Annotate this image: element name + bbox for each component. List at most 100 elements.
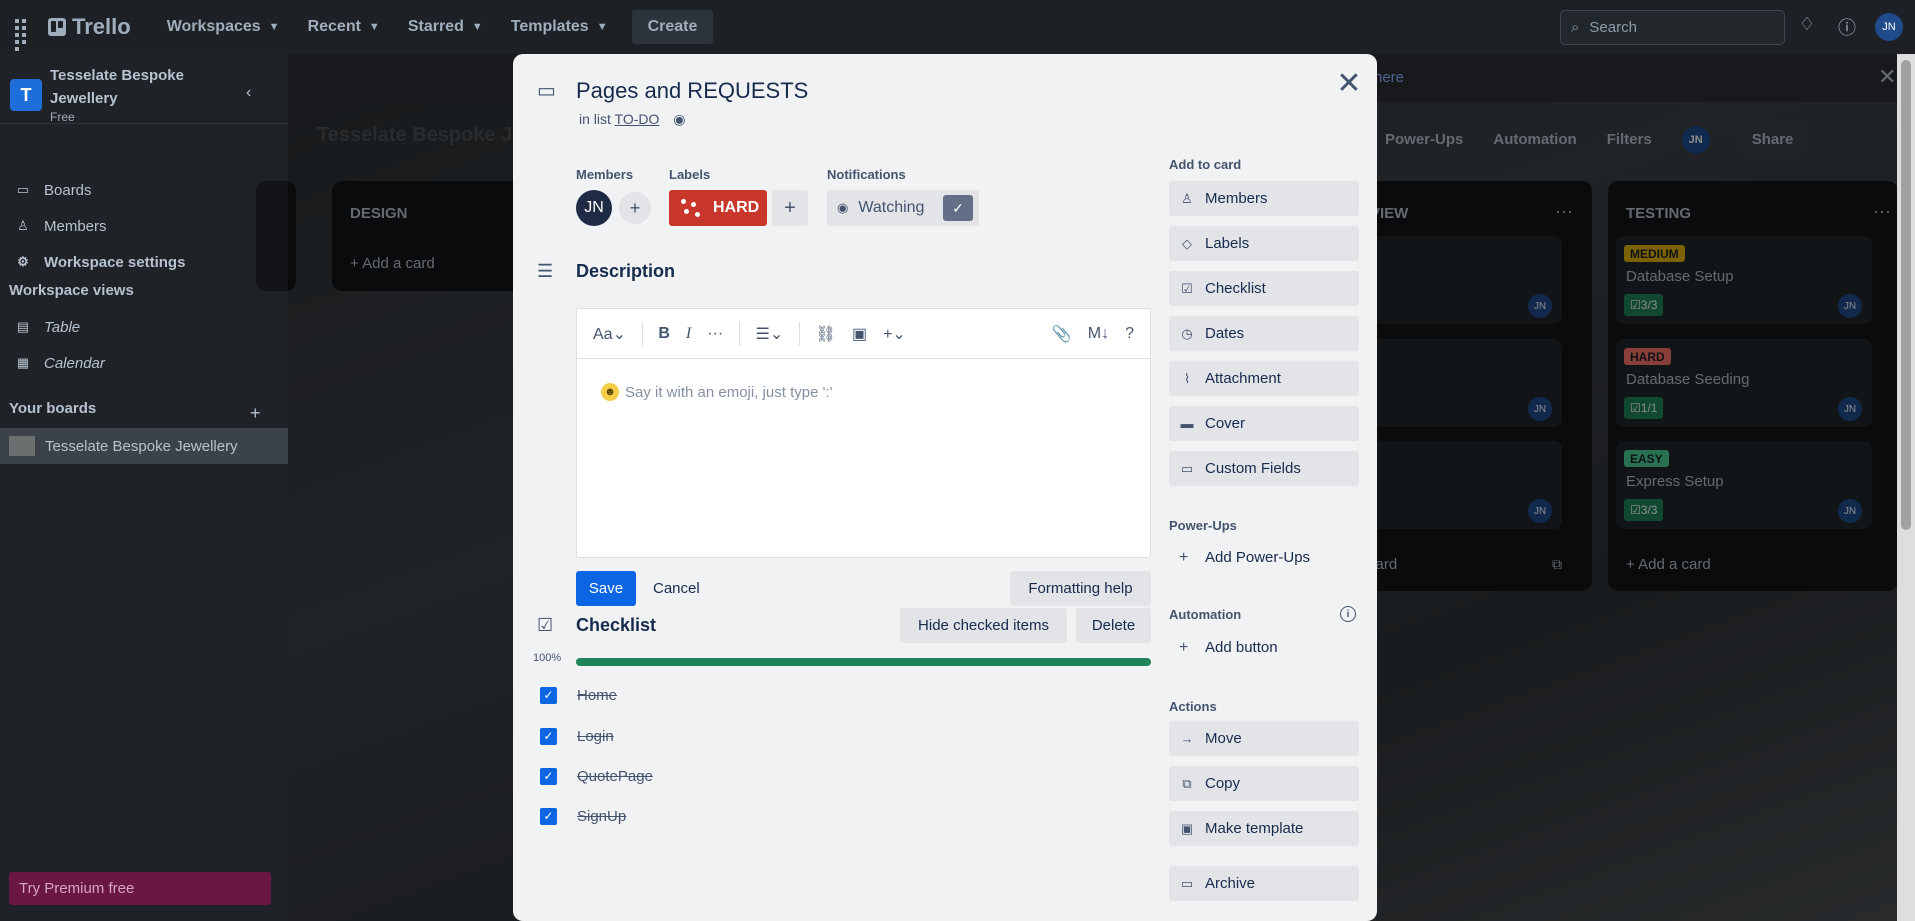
cancel-button[interactable]: Cancel [653, 571, 700, 606]
page-scrollbar[interactable] [1897, 54, 1915, 921]
add-cover-button[interactable]: ▬ Cover [1169, 406, 1359, 441]
add-board-icon[interactable]: + [250, 395, 280, 431]
menu-templates[interactable]: Templates ▼ [497, 18, 622, 36]
plus-icon: + [1179, 548, 1189, 566]
search-icon: ⌕ [1571, 19, 1580, 36]
add-checklist-button[interactable]: ☑ Checklist [1169, 271, 1359, 306]
bold-icon[interactable]: B [658, 325, 670, 343]
image-icon[interactable]: ▣ [852, 324, 867, 344]
trello-logo-text: Trello [72, 14, 131, 39]
add-button-button[interactable]: + Add button [1169, 630, 1359, 665]
help-icon[interactable]: ⓘ [1835, 14, 1859, 38]
add-members-button[interactable]: ♙ Members [1169, 181, 1359, 216]
archive-button[interactable]: ▭ Archive [1169, 866, 1359, 901]
insert-icon[interactable]: +⌄ [883, 324, 906, 344]
create-button[interactable]: Create [631, 10, 714, 44]
button-label: Labels [1205, 235, 1250, 252]
link-icon[interactable]: ⛓ [816, 324, 836, 344]
add-labels-button[interactable]: ◇ Labels [1169, 226, 1359, 261]
close-icon[interactable]: ✕ [1331, 66, 1367, 101]
sidebar-item-table[interactable]: ▤ Table [0, 309, 288, 345]
board-thumbnail [9, 436, 35, 456]
eye-icon: ◉ [837, 200, 849, 215]
checkbox-checked[interactable]: ✓ [540, 807, 557, 825]
chevron-down-icon: ▼ [368, 21, 380, 33]
scrollbar-thumb[interactable] [1901, 60, 1911, 530]
description-editor[interactable]: Aa⌄ B I ··· ☰⌄ ⛓ ▣ +⌄ 📎 M↓ ? ☻ Say it wit… [576, 308, 1151, 558]
formatting-help-button[interactable]: Formatting help [1010, 571, 1151, 606]
in-list-prefix: in list [579, 111, 611, 127]
add-powerups-button[interactable]: + Add Power-Ups [1169, 540, 1359, 575]
button-label: Move [1205, 730, 1242, 747]
checkbox-checked[interactable]: ✓ [540, 767, 557, 785]
watch-button[interactable]: ◉ Watching ✓ [827, 190, 979, 226]
markdown-icon[interactable]: M↓ [1088, 325, 1109, 343]
sidebar-item-label: Calendar [44, 354, 105, 372]
workspace-views-heading: Workspace views [9, 282, 134, 299]
button-label: Copy [1205, 775, 1241, 792]
add-dates-button[interactable]: ◷ Dates [1169, 316, 1359, 351]
menu-workspaces[interactable]: Workspaces ▼ [153, 18, 294, 36]
template-icon: ▣ [1180, 820, 1194, 836]
menu-label: Workspaces [166, 18, 261, 35]
calendar-icon: ▦ [16, 355, 30, 370]
list-icon[interactable]: ☰⌄ [756, 324, 784, 344]
button-label: Cover [1205, 415, 1246, 432]
checklist-item[interactable]: ✓ Login [540, 721, 1140, 751]
checklist-item[interactable]: ✓ QuotePage [540, 761, 1140, 791]
list-link[interactable]: TO-DO [615, 111, 660, 127]
text-style-dropdown[interactable]: Aa⌄ [593, 324, 626, 344]
notifications-label: Notifications [827, 167, 906, 182]
sidebar-item-members[interactable]: ♙Members+ [0, 208, 288, 244]
label-text: HARD [713, 199, 760, 216]
workspace-name[interactable]: Tesselate Bespoke Jewellery [50, 64, 220, 110]
account-avatar[interactable]: JN [1875, 13, 1903, 41]
menu-label: Starred [407, 18, 464, 35]
try-premium-button[interactable]: Try Premium free [9, 872, 271, 905]
more-formatting-icon[interactable]: ··· [707, 325, 723, 343]
help-icon[interactable]: ? [1125, 325, 1134, 343]
checkbox-checked[interactable]: ✓ [540, 727, 557, 745]
button-label: Add Power-Ups [1205, 549, 1311, 566]
checklist-item[interactable]: ✓ Home [540, 680, 1140, 710]
premium-label: Try Premium free [19, 880, 135, 897]
move-button[interactable]: → Move [1169, 721, 1359, 756]
checklist-item[interactable]: ✓ SignUp [540, 801, 1140, 831]
sidebar-item-calendar[interactable]: ▦ Calendar [0, 345, 288, 381]
add-member-button[interactable]: + [619, 192, 651, 224]
menu-starred[interactable]: Starred ▼ [394, 18, 497, 36]
custom-fields-button[interactable]: ▭ Custom Fields [1169, 451, 1359, 486]
card-title[interactable]: Pages and REQUESTS [576, 78, 808, 104]
trello-logo[interactable]: Trello [48, 14, 131, 40]
add-attachment-button[interactable]: ⌇ Attachment [1169, 361, 1359, 396]
collapse-sidebar-icon[interactable]: ‹ [246, 84, 251, 102]
save-button[interactable]: Save [576, 571, 636, 606]
attachment-icon[interactable]: 📎 [1052, 324, 1072, 344]
checklist-item-text[interactable]: SignUp [577, 808, 626, 825]
chevron-down-icon: ▼ [268, 21, 280, 33]
checkbox-checked[interactable]: ✓ [540, 686, 557, 704]
workspace-plan: Free [50, 110, 75, 124]
app-switcher-icon[interactable] [12, 16, 34, 51]
checklist-item-text[interactable]: QuotePage [577, 768, 653, 785]
make-template-button[interactable]: ▣ Make template [1169, 811, 1359, 846]
sidebar-item-settings[interactable]: ⚙Workspace settings⌄ [0, 244, 288, 280]
notifications-bell-icon[interactable]: ♢ [1795, 14, 1819, 38]
checklist-item-text[interactable]: Home [577, 687, 617, 704]
hide-checked-button[interactable]: Hide checked items [900, 608, 1067, 643]
italic-icon[interactable]: I [686, 325, 691, 343]
copy-button[interactable]: ⧉ Copy [1169, 766, 1359, 801]
delete-checklist-button[interactable]: Delete [1076, 608, 1151, 643]
sidebar-board-item[interactable]: Tesselate Bespoke Jewellery [0, 428, 288, 464]
label-chip-hard[interactable]: HARD [669, 190, 767, 226]
automation-label: Automation [1169, 607, 1242, 622]
info-icon[interactable]: i [1340, 606, 1356, 622]
search-input[interactable]: ⌕ Search [1560, 10, 1785, 45]
member-avatar[interactable]: JN [576, 190, 612, 226]
members-label: Members [576, 167, 634, 182]
checklist-item-text[interactable]: Login [577, 728, 614, 745]
sidebar-item-boards[interactable]: ▭ Boards [0, 172, 288, 208]
add-label-button[interactable]: + [772, 190, 808, 226]
menu-recent[interactable]: Recent ▼ [294, 18, 394, 36]
gear-icon: ⚙ [17, 254, 29, 269]
